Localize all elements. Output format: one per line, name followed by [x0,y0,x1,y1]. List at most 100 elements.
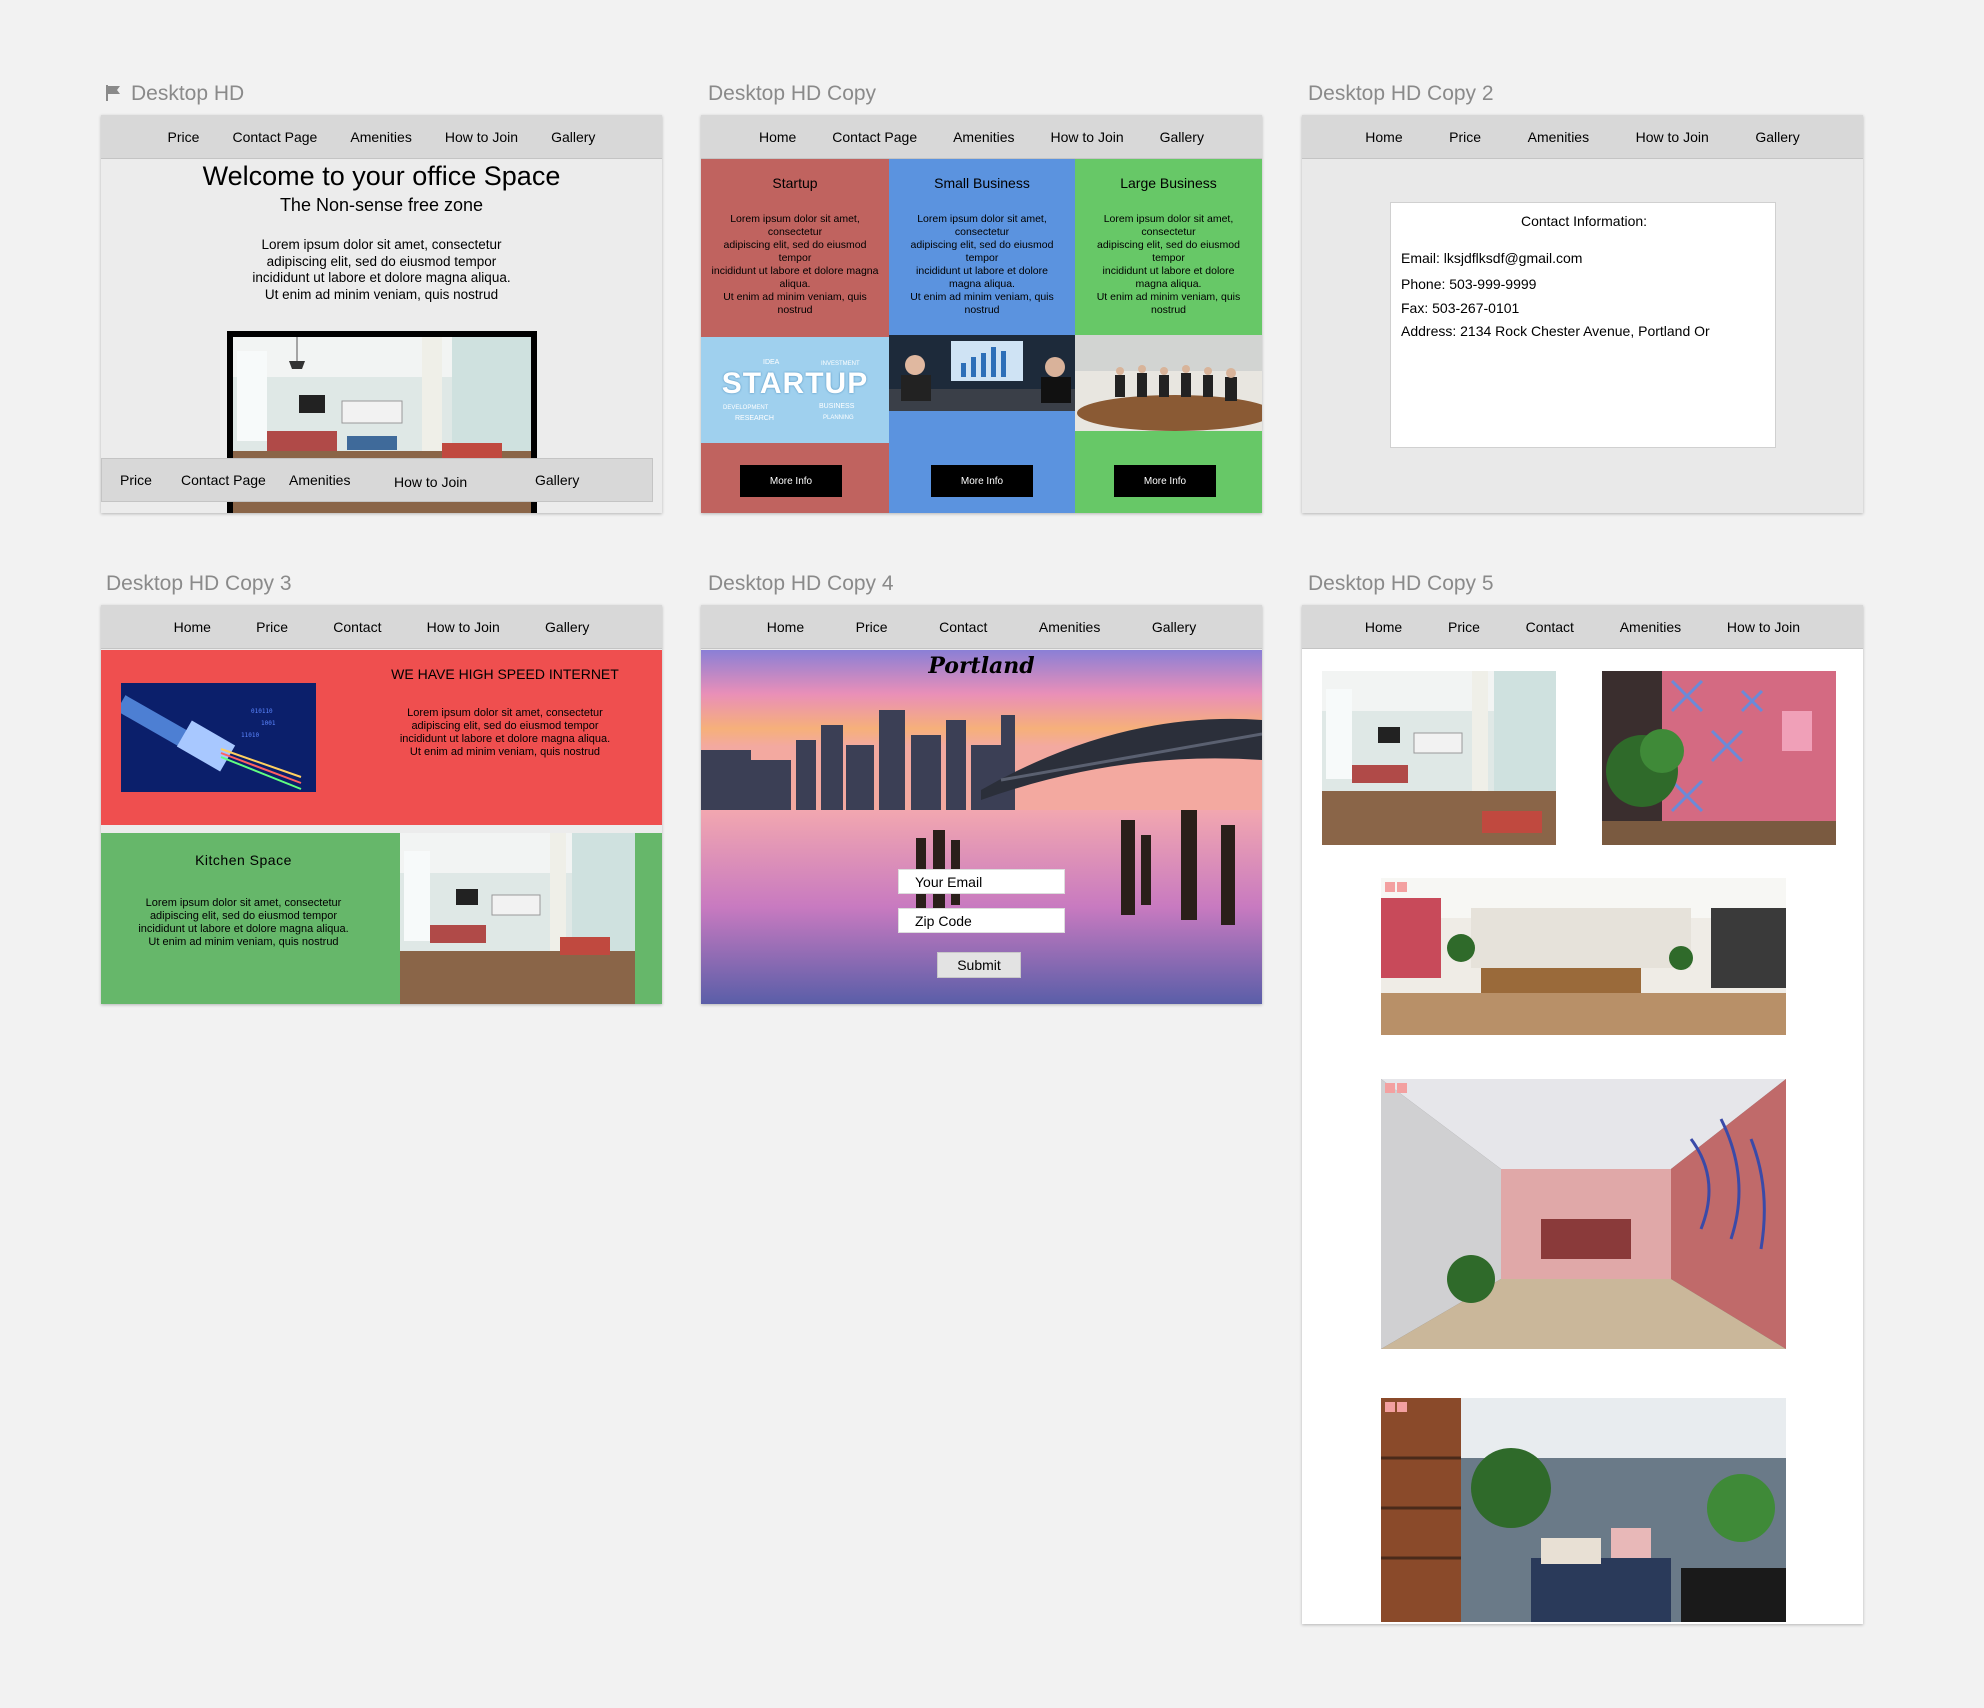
artboard-desktop-hd-copy: Home Contact Page Amenities How to Join … [701,115,1262,513]
footer-nav-gallery[interactable]: Gallery [535,472,579,488]
gallery-image-lounge[interactable] [1322,671,1556,845]
image-word: INVESTMENT [821,361,860,367]
plan-small-business: Small Business Lorem ipsum dolor sit ame… [889,159,1075,513]
image-word: BUSINESS [819,403,855,410]
plan-large-business: Large Business Lorem ipsum dolor sit ame… [1075,159,1262,513]
email-field[interactable]: Your Email [898,869,1065,894]
nav-contact-page[interactable]: Contact Page [832,129,917,145]
nav-gallery[interactable]: Gallery [1152,619,1196,635]
nav-contact[interactable]: Contact [333,619,381,635]
gallery-image-hallway[interactable] [1381,1079,1786,1349]
nav-amenities[interactable]: Amenities [350,129,411,145]
nav-price[interactable]: Price [1449,129,1481,145]
footer-nav-contact-page[interactable]: Contact Page [181,472,266,488]
image-word: RESEARCH [735,415,774,422]
nav-amenities[interactable]: Amenities [953,129,1014,145]
startup-image: STARTUP IDEA INVESTMENT DEVELOPMENT BUSI… [701,337,889,443]
ethernet-cable-image: 010110 100111010 [121,683,316,792]
nav-price[interactable]: Price [1448,619,1480,635]
contact-email: Email: lksjdflksdf@gmail.com [1401,250,1583,266]
nav-contact[interactable]: Contact [939,619,987,635]
artboard-label: Desktop HD [105,82,244,106]
top-nav: Home Contact Page Amenities How to Join … [701,115,1262,159]
artboard-title: Desktop HD [131,82,245,105]
plan-body: Lorem ipsum dolor sit amet, consectetur … [910,213,1054,316]
artboard-label: Desktop HD Copy 5 [1308,572,1494,595]
nav-gallery[interactable]: Gallery [1755,129,1799,145]
top-nav: Home Price Contact Amenities How to Join [1302,605,1863,649]
image-word: DEVELOPMENT [723,405,769,411]
top-nav: Home Price Amenities How to Join Gallery [1302,115,1863,159]
nav-how-to-join[interactable]: How to Join [427,619,500,635]
nav-home[interactable]: Home [759,129,796,145]
footer-nav-how-to-join[interactable]: How to Join [394,474,467,490]
image-word: PLANNING [823,415,854,421]
artboard-label: Desktop HD Copy 3 [106,572,292,595]
footer-nav: Price Contact Page Amenities How to Join… [101,458,653,502]
artboard-desktop-hd-copy-5: Home Price Contact Amenities How to Join [1302,605,1863,1624]
nav-contact-page[interactable]: Contact Page [232,129,317,145]
nav-gallery[interactable]: Gallery [551,129,595,145]
more-info-button[interactable]: More Info [931,465,1033,497]
nav-how-to-join[interactable]: How to Join [1051,129,1124,145]
kitchen-section: Kitchen Space Lorem ipsum dolor sit amet… [101,833,662,1004]
svg-text:1001: 1001 [261,720,276,727]
boardroom-photo [1075,335,1262,431]
plan-startup: Startup Lorem ipsum dolor sit amet, cons… [701,159,889,513]
portland-skyline-image [701,650,1262,1004]
internet-text: Lorem ipsum dolor sit amet, consectetur … [399,707,611,758]
zip-code-field[interactable]: Zip Code [898,908,1065,933]
nav-price[interactable]: Price [856,619,888,635]
footer-nav-price[interactable]: Price [120,472,152,488]
flag-icon [106,85,120,101]
plan-title: Large Business [1120,175,1217,191]
kitchen-heading: Kitchen Space [195,852,292,868]
contact-phone: Phone: 503-999-9999 [1401,276,1537,292]
contact-card: Contact Information: Email: lksjdflksdf@… [1390,202,1776,448]
kitchen-photo [400,833,635,1004]
nav-how-to-join[interactable]: How to Join [1636,129,1709,145]
artboard-label: Desktop HD Copy 4 [708,572,894,595]
gallery-image-mural-wall[interactable] [1602,671,1836,845]
kitchen-text: Lorem ipsum dolor sit amet, consectetur … [138,897,349,948]
submit-button[interactable]: Submit [937,952,1021,978]
nav-amenities[interactable]: Amenities [1039,619,1100,635]
nav-home[interactable]: Home [174,619,211,635]
nav-home[interactable]: Home [1365,619,1402,635]
nav-gallery[interactable]: Gallery [1160,129,1204,145]
nav-home[interactable]: Home [767,619,804,635]
nav-how-to-join[interactable]: How to Join [445,129,518,145]
plan-title: Small Business [934,175,1030,191]
contact-heading: Contact Information: [1520,213,1648,229]
artboard-desktop-hd-copy-3: Home Price Contact How to Join Gallery 0… [101,605,662,1004]
city-title: Portland [928,653,1035,679]
more-info-button[interactable]: More Info [740,465,842,497]
top-nav: Home Price Contact How to Join Gallery [101,605,662,649]
top-nav: Home Price Contact Amenities Gallery [701,605,1262,649]
nav-home[interactable]: Home [1365,129,1402,145]
nav-how-to-join[interactable]: How to Join [1727,619,1800,635]
more-info-button[interactable]: More Info [1114,465,1216,497]
nav-amenities[interactable]: Amenities [1528,129,1589,145]
page-subtitle: The Non-sense free zone [279,195,484,215]
artboard-desktop-hd: Price Contact Page Amenities How to Join… [101,115,662,513]
contact-fax: Fax: 503-267-0101 [1401,300,1520,316]
contact-address: Address: 2134 Rock Chester Avenue, Portl… [1401,323,1710,339]
gallery-image-lounge-plants[interactable] [1381,1398,1786,1622]
nav-gallery[interactable]: Gallery [545,619,589,635]
internet-heading: WE HAVE HIGH SPEED INTERNET [391,666,619,682]
svg-text:010110: 010110 [251,708,273,715]
nav-price[interactable]: Price [256,619,288,635]
footer-nav-amenities[interactable]: Amenities [289,472,350,488]
nav-price[interactable]: Price [168,129,200,145]
artboard-label: Desktop HD Copy 2 [1308,82,1494,105]
nav-contact[interactable]: Contact [1526,619,1574,635]
internet-section: 010110 1001 11010 WE HAVE HIGH SPEED INTER… [101,650,662,825]
intro-text: Lorem ipsum dolor sit amet, consectetur … [252,237,511,302]
plan-title: Startup [772,175,818,191]
gallery-image-dining-area[interactable] [1381,878,1786,1035]
artboard-desktop-hd-copy-4: Home Price Contact Amenities Gallery Por… [701,605,1262,1004]
startup-image-text: STARTUP [721,367,869,400]
artboard-desktop-hd-copy-2: Home Price Amenities How to Join Gallery… [1302,115,1863,513]
nav-amenities[interactable]: Amenities [1620,619,1681,635]
